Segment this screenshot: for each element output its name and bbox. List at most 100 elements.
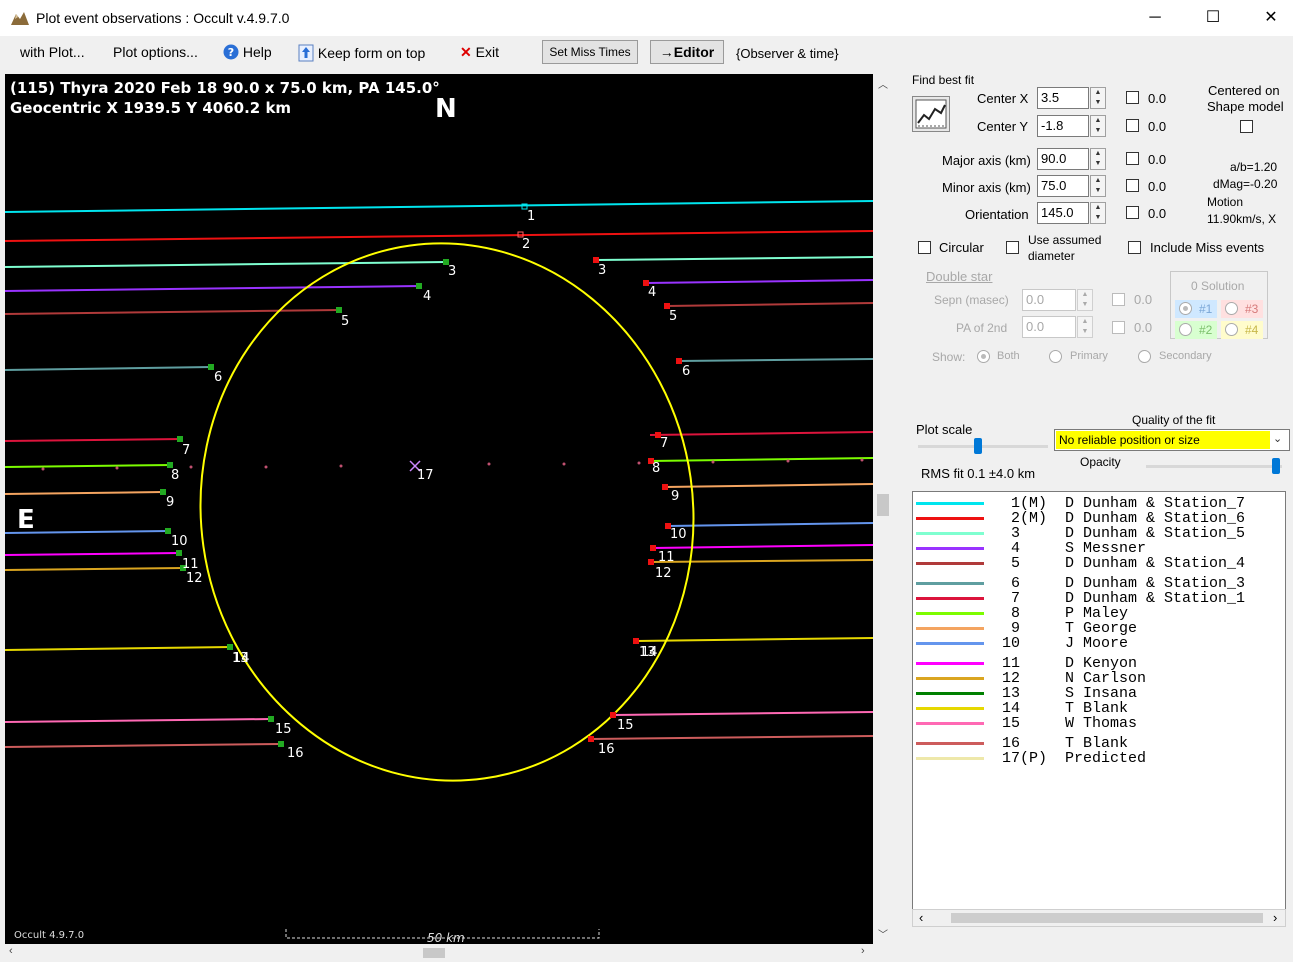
solution-2-box[interactable]: #2 bbox=[1175, 321, 1217, 339]
show-label: Show: bbox=[932, 350, 966, 364]
center-x-input[interactable]: 3.5 bbox=[1037, 87, 1089, 109]
show-secondary-radio[interactable] bbox=[1138, 350, 1151, 363]
solution-3-box[interactable]: #3 bbox=[1221, 300, 1263, 318]
sepn-input[interactable]: 0.0 bbox=[1022, 289, 1076, 311]
plot-canvas[interactable]: 12 33 44 55 66 77 88 99 10 10 11 11 12 12 1… bbox=[5, 74, 873, 944]
centered-shape-checkbox[interactable] bbox=[1240, 120, 1253, 133]
legend-row-text: 17(P) Predicted bbox=[993, 750, 1147, 767]
legend-row[interactable]: 8 P Maley bbox=[913, 606, 1283, 621]
solution-2-radio[interactable] bbox=[1179, 323, 1192, 336]
sepn-spinner[interactable]: ▲ ▼ bbox=[1077, 289, 1093, 311]
maximize-button[interactable]: ☐ bbox=[1184, 0, 1242, 36]
opacity-slider[interactable] bbox=[1146, 458, 1282, 474]
scroll-right-icon[interactable]: › bbox=[1273, 910, 1277, 925]
legend-color-swatch bbox=[916, 597, 984, 600]
orientation-checkbox[interactable] bbox=[1126, 206, 1139, 219]
plot-horizontal-scrollbar[interactable]: ‹ › bbox=[5, 944, 873, 962]
close-button[interactable]: ✕ bbox=[1242, 0, 1293, 36]
legend-row[interactable]: 13 S Insana bbox=[913, 686, 1283, 701]
plot-scale-thumb[interactable] bbox=[974, 438, 982, 454]
legend-row[interactable]: 11 D Kenyon bbox=[913, 656, 1283, 671]
menu-help[interactable]: ? Help bbox=[223, 44, 272, 60]
pa-second-spinner[interactable]: ▲ ▼ bbox=[1077, 316, 1093, 338]
show-both-label: Both bbox=[997, 350, 1020, 362]
include-miss-checkbox[interactable] bbox=[1128, 241, 1141, 254]
observer-legend-list[interactable]: 1(M) D Dunham & Station_7 2(M) D Dunham … bbox=[912, 491, 1286, 911]
pa-second-checkbox[interactable] bbox=[1112, 321, 1125, 334]
legend-row[interactable]: 5 D Dunham & Station_4 bbox=[913, 556, 1283, 571]
solution-3-radio[interactable] bbox=[1225, 302, 1238, 315]
legend-row-text: 10 J Moore bbox=[993, 635, 1129, 652]
center-x-checkbox[interactable] bbox=[1126, 91, 1139, 104]
editor-button[interactable]: →Editor bbox=[650, 40, 724, 64]
svg-text:3: 3 bbox=[598, 263, 606, 278]
legend-row[interactable]: 7 D Dunham & Station_1 bbox=[913, 591, 1283, 606]
minor-axis-checkbox[interactable] bbox=[1126, 179, 1139, 192]
scroll-left-icon[interactable]: ‹ bbox=[9, 945, 13, 957]
major-axis-spinner[interactable]: ▲ ▼ bbox=[1090, 148, 1106, 170]
legend-horizontal-scrollbar[interactable]: ‹ › bbox=[912, 909, 1286, 927]
circular-checkbox[interactable] bbox=[918, 241, 931, 254]
menu-plot-options[interactable]: Plot options... bbox=[113, 44, 198, 60]
motion-value: 11.90km/s, X bbox=[1207, 212, 1277, 226]
use-assumed-checkbox[interactable] bbox=[1006, 241, 1019, 254]
scroll-h-thumb[interactable] bbox=[423, 948, 445, 958]
solution-4-box[interactable]: #4 bbox=[1221, 321, 1263, 339]
rms-fit-text: RMS fit 0.1 ±4.0 km bbox=[921, 466, 1036, 481]
legend-row[interactable]: 1(M) D Dunham & Station_7 bbox=[913, 496, 1283, 511]
legend-row[interactable]: 6 D Dunham & Station_3 bbox=[913, 576, 1283, 591]
legend-row[interactable]: 4 S Messner bbox=[913, 541, 1283, 556]
orientation-spinner[interactable]: ▲ ▼ bbox=[1090, 202, 1106, 224]
menu-keep-on-top[interactable]: Keep form on top bbox=[298, 44, 425, 62]
plot-vertical-scrollbar[interactable]: ︿ ﹀ bbox=[874, 74, 892, 944]
find-best-fit-button[interactable] bbox=[912, 96, 950, 132]
quality-dropdown[interactable]: No reliable position or size ⌄ bbox=[1054, 429, 1290, 451]
scroll-up-icon[interactable]: ︿ bbox=[878, 76, 888, 91]
observer-time-label[interactable]: {Observer & time} bbox=[736, 46, 839, 61]
legend-row[interactable]: 10 J Moore bbox=[913, 636, 1283, 651]
menu-exit[interactable]: ✕ Exit bbox=[460, 44, 499, 61]
scroll-down-icon[interactable]: ﹀ bbox=[878, 926, 888, 941]
legend-row[interactable]: 15 W Thomas bbox=[913, 716, 1283, 731]
show-primary-radio[interactable] bbox=[1049, 350, 1062, 363]
pa-second-input[interactable]: 0.0 bbox=[1022, 316, 1076, 338]
scroll-right-icon[interactable]: › bbox=[861, 945, 865, 957]
sepn-checkbox[interactable] bbox=[1112, 293, 1125, 306]
set-miss-times-button[interactable]: Set Miss Times bbox=[542, 40, 638, 64]
orientation-label: Orientation bbox=[965, 207, 1029, 222]
solution-1-box[interactable]: #1 bbox=[1175, 300, 1217, 318]
major-axis-checkbox[interactable] bbox=[1126, 152, 1139, 165]
legend-row[interactable]: 14 T Blank bbox=[913, 701, 1283, 716]
menu-with-plot[interactable]: with Plot... bbox=[20, 44, 85, 60]
solution-1-radio[interactable] bbox=[1179, 302, 1192, 315]
major-axis-input[interactable]: 90.0 bbox=[1037, 148, 1089, 170]
legend-row[interactable]: 2(M) D Dunham & Station_6 bbox=[913, 511, 1283, 526]
legend-row[interactable]: 9 T George bbox=[913, 621, 1283, 636]
scroll-left-icon[interactable]: ‹ bbox=[919, 910, 923, 925]
show-primary-label: Primary bbox=[1070, 350, 1108, 362]
minor-axis-spinner[interactable]: ▲ ▼ bbox=[1090, 175, 1106, 197]
legend-row-text: 13 S Insana bbox=[993, 685, 1138, 702]
legend-row[interactable]: 16 T Blank bbox=[913, 736, 1283, 751]
center-y-input[interactable]: -1.8 bbox=[1037, 115, 1089, 137]
sepn-check-value: 0.0 bbox=[1134, 292, 1153, 307]
scroll-thumb[interactable] bbox=[877, 494, 889, 516]
legend-row[interactable]: 17(P) Predicted bbox=[913, 751, 1283, 766]
legend-row[interactable]: 3 D Dunham & Station_5 bbox=[913, 526, 1283, 541]
solution-4-radio[interactable] bbox=[1225, 323, 1238, 336]
minor-axis-input[interactable]: 75.0 bbox=[1037, 175, 1089, 197]
center-y-checkbox[interactable] bbox=[1126, 119, 1139, 132]
opacity-thumb[interactable] bbox=[1272, 458, 1280, 474]
legend-row[interactable]: 12 N Carlson bbox=[913, 671, 1283, 686]
legend-scroll-thumb[interactable] bbox=[951, 913, 1263, 923]
plot-scale-slider[interactable] bbox=[918, 438, 1048, 454]
svg-text:8: 8 bbox=[652, 461, 660, 476]
show-both-radio[interactable] bbox=[977, 350, 990, 363]
plot-header-line1: (115) Thyra 2020 Feb 18 90.0 x 75.0 km, … bbox=[10, 79, 440, 97]
dmag-text: dMag=-0.20 bbox=[1213, 177, 1278, 191]
orientation-input[interactable]: 145.0 bbox=[1037, 202, 1089, 224]
center-x-spinner[interactable]: ▲ ▼ bbox=[1090, 87, 1106, 109]
minimize-button[interactable]: ─ bbox=[1126, 0, 1184, 36]
center-y-spinner[interactable]: ▲ ▼ bbox=[1090, 115, 1106, 137]
chevron-down-icon: ⌄ bbox=[1273, 433, 1283, 445]
